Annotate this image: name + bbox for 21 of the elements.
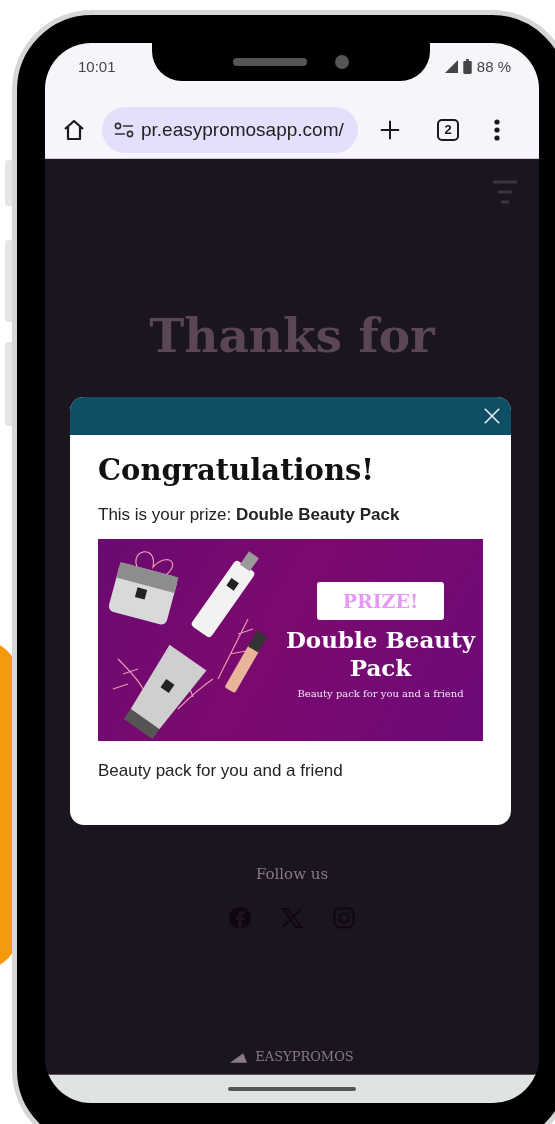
- close-icon[interactable]: [483, 407, 501, 425]
- battery-icon: [462, 59, 472, 74]
- new-tab-icon[interactable]: [379, 118, 401, 141]
- brand-name: EASYPROMOS: [255, 1049, 354, 1064]
- prize-description: Beauty pack for you and a friend: [98, 761, 344, 781]
- page-heading: Thanks for: [148, 307, 437, 365]
- home-icon[interactable]: [62, 117, 86, 142]
- follow-label: Follow us: [255, 865, 329, 883]
- battery-level: 88 %: [476, 58, 511, 75]
- prize-badge: PRIZE!: [317, 581, 444, 620]
- site-settings-icon: [114, 121, 134, 138]
- banner-subtitle: Beauty pack for you and a friend: [297, 687, 464, 699]
- dialog-title: Congratulations!: [98, 453, 376, 487]
- url-field[interactable]: pr.easypromosapp.com/: [102, 106, 358, 153]
- tab-switcher-button[interactable]: 2: [437, 118, 459, 141]
- menu-icon[interactable]: [494, 118, 500, 141]
- status-time: 10:01: [78, 58, 116, 75]
- prize-text: This is your prize: Double Beauty Pack: [98, 505, 401, 525]
- banner-title: Double Beauty Pack: [285, 625, 476, 682]
- home-indicator[interactable]: [228, 1087, 356, 1091]
- signal-icon: [444, 60, 458, 73]
